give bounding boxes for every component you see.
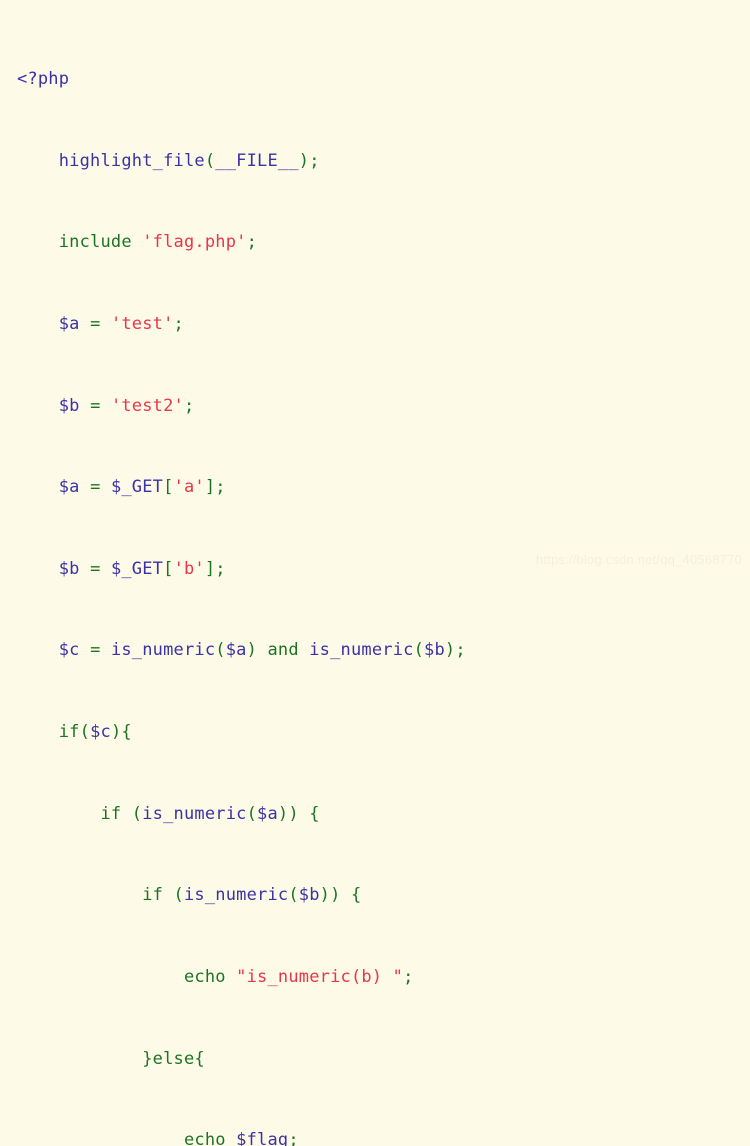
token-string-test: 'test': [110, 314, 174, 335]
token-punct: );: [298, 150, 320, 171]
token-var-c: $c: [90, 722, 111, 743]
token-var-a: $a: [58, 314, 80, 335]
code-line-2: highlight_file(__FILE__);: [17, 151, 750, 171]
token-punct: ;: [403, 966, 414, 987]
token-punct: )): [277, 803, 299, 824]
token-punct: ;: [173, 314, 184, 335]
token-punct: {: [309, 803, 320, 824]
token-var-a: $a: [257, 803, 278, 824]
token-var-b: $b: [58, 558, 80, 579]
token-keyword-echo: echo: [183, 966, 226, 987]
token-punct: ];: [204, 558, 226, 579]
token-superglobal-get: $_GET: [110, 558, 164, 579]
token-punct: [: [163, 477, 174, 498]
token-var-a: $a: [225, 640, 247, 661]
token-keyword-echo: echo: [183, 1130, 226, 1146]
token-keyword-if: if: [58, 722, 80, 743]
token-var-flag: $flag: [236, 1130, 289, 1146]
token-var-a: $a: [58, 477, 80, 498]
code-line-8: $c = is_numeric($a) and is_numeric($b);: [17, 640, 750, 660]
token-function-is-numeric: is_numeric: [110, 640, 216, 661]
token-keyword-and: and: [267, 640, 299, 661]
token-punct: {: [350, 885, 362, 906]
token-punct: ;: [183, 395, 195, 416]
token-punct: ;: [288, 1130, 299, 1146]
token-punct: )): [319, 885, 341, 906]
code-line-5: $b = 'test2';: [17, 396, 750, 416]
token-keyword-if: if: [100, 803, 122, 824]
token-string-key-b: 'b': [173, 558, 205, 579]
token-function-highlight-file: highlight_file: [58, 150, 205, 171]
token-string-test2: 'test2': [110, 395, 184, 416]
code-line-10: if (is_numeric($a)) {: [17, 804, 750, 824]
token-var-b: $b: [298, 885, 320, 906]
token-punct: (: [79, 722, 91, 743]
token-string-is-numeric-b: "is_numeric(b) ": [236, 966, 404, 987]
php-open-tag: <?php: [17, 69, 70, 90]
token-punct: ){: [110, 722, 132, 743]
token-op-assign: =: [90, 477, 101, 498]
token-punct: );: [444, 640, 466, 661]
token-punct: ;: [246, 232, 258, 253]
token-punct: [: [163, 558, 174, 579]
code-line-1: <?php: [17, 69, 750, 89]
token-function-is-numeric: is_numeric: [309, 640, 414, 661]
code-line-6: $a = $_GET['a'];: [17, 477, 750, 497]
code-line-9: if($c){: [17, 722, 750, 742]
token-punct: (: [413, 640, 425, 661]
code-line-3: include 'flag.php';: [17, 232, 750, 252]
token-var-b: $b: [58, 395, 80, 416]
token-string-flag-php: 'flag.php': [142, 232, 247, 253]
token-superglobal-get: $_GET: [110, 477, 164, 498]
token-op-assign: =: [90, 640, 101, 661]
token-punct: (: [246, 803, 258, 824]
php-source-code-block: <?php highlight_file(__FILE__); include …: [17, 8, 750, 1146]
token-string-key-a: 'a': [173, 477, 205, 498]
token-punct: ): [246, 640, 258, 661]
token-punct: (: [204, 150, 216, 171]
token-function-is-numeric: is_numeric: [142, 803, 247, 824]
token-op-assign: =: [90, 558, 101, 579]
token-keyword-else: }else{: [142, 1048, 205, 1069]
token-op-assign: =: [90, 395, 101, 416]
token-punct: ];: [204, 477, 226, 498]
code-line-4: $a = 'test';: [17, 314, 750, 334]
code-line-12: echo "is_numeric(b) ";: [17, 967, 750, 987]
code-line-11: if (is_numeric($b)) {: [17, 885, 750, 905]
code-line-7: $b = $_GET['b'];: [17, 559, 750, 579]
token-function-is-numeric: is_numeric: [183, 885, 289, 906]
token-var-b: $b: [424, 640, 445, 661]
code-line-13: }else{: [17, 1049, 750, 1069]
token-var-c: $c: [58, 640, 80, 661]
token-punct: (: [288, 885, 299, 906]
token-punct: (: [173, 885, 184, 906]
code-line-14: echo $flag;: [17, 1130, 750, 1146]
token-punct: (: [215, 640, 226, 661]
token-op-assign: =: [90, 314, 101, 335]
token-punct: (: [131, 803, 143, 824]
token-keyword-include: include: [58, 232, 132, 253]
token-keyword-if: if: [142, 885, 164, 906]
token-magic-const-file: __FILE__: [215, 150, 299, 171]
